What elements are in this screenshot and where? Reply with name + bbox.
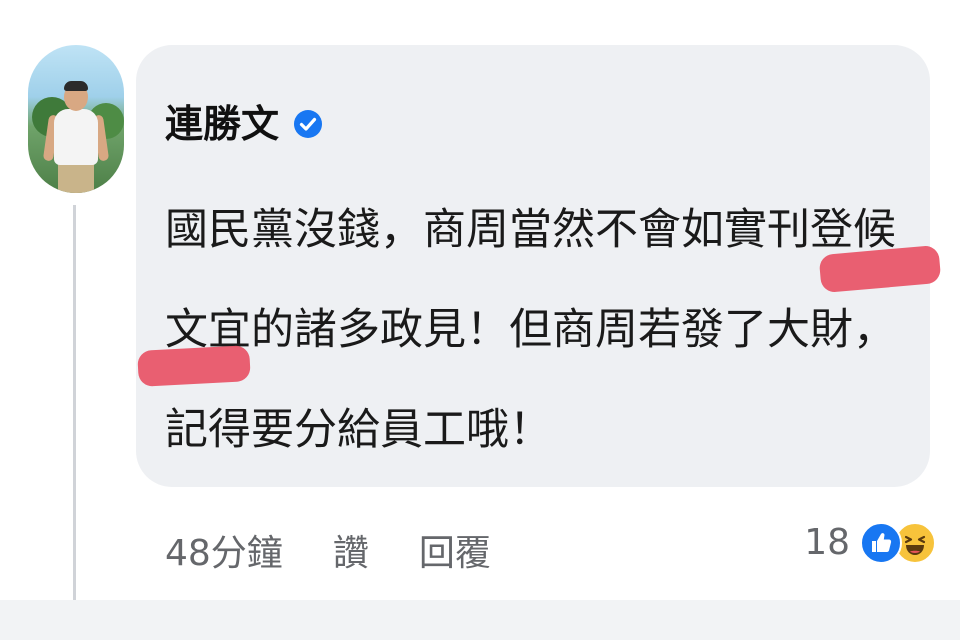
- comment-body-line: 記得要分給員工哦！: [165, 405, 552, 455]
- like-icon: [860, 522, 902, 564]
- comment-author-name[interactable]: 連勝文: [165, 105, 279, 143]
- reaction-icons: [860, 522, 936, 564]
- avatar-person-hair: [64, 81, 88, 91]
- bottom-strip: [0, 600, 960, 640]
- reaction-count: 18: [804, 521, 850, 563]
- comment-author-row: 連勝文: [165, 92, 323, 156]
- thread-line: [73, 205, 76, 600]
- avatar[interactable]: [28, 45, 124, 193]
- red-highlight-mark: [137, 345, 251, 387]
- comment-body: 國民黨沒錢，商周當然不會如實刊登候 文宜的諸多政見！但商周若發了大財， 記得要分…: [165, 180, 915, 480]
- avatar-person-shirt: [54, 109, 98, 165]
- verified-badge-icon: [294, 110, 323, 138]
- comment-screenshot: 連勝文 國民黨沒錢，商周當然不會如實刊登候 文宜的諸多政見！但商周若發了大財， …: [0, 0, 960, 600]
- reply-button[interactable]: 回覆: [419, 524, 491, 576]
- comment-body-line: 國民黨沒錢，商周當然不會如實刊登候: [165, 205, 896, 255]
- avatar-person-legs: [58, 163, 94, 193]
- comment-actions: 48分鐘 讚 回覆: [165, 520, 491, 580]
- like-button[interactable]: 讚: [333, 524, 369, 576]
- comment-timestamp[interactable]: 48分鐘: [165, 524, 283, 576]
- comment-body-line: 文宜的諸多政見！但商周若發了大財，: [165, 305, 896, 355]
- reaction-summary[interactable]: 18: [804, 512, 936, 572]
